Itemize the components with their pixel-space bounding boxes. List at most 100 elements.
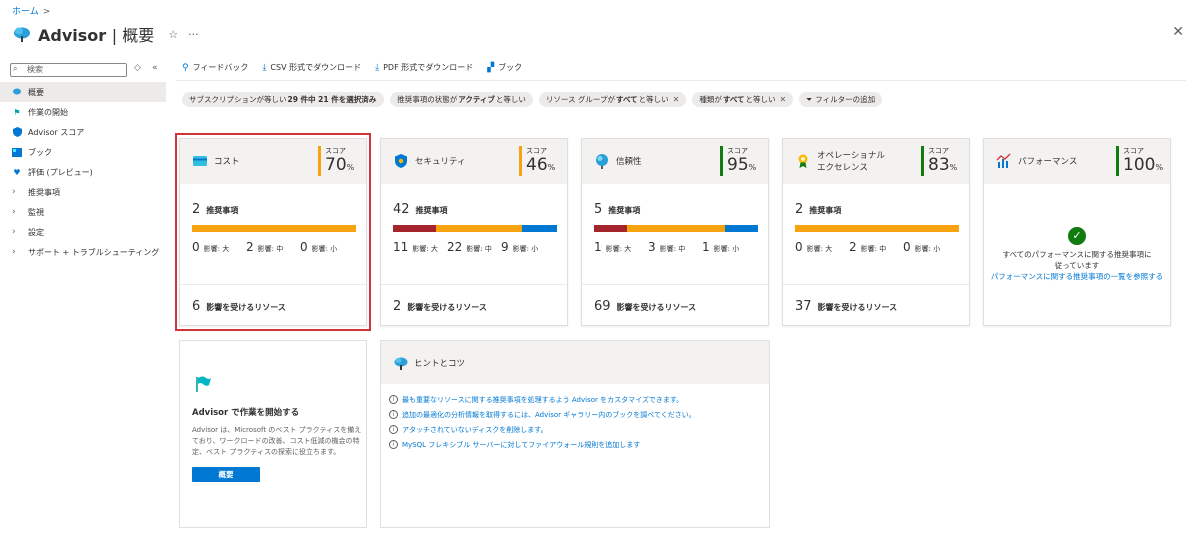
category-card-performance[interactable]: パフォーマンス スコア 100% ✓ すべてのパフォーマンスに関する推奨事項に従っ… [983,138,1171,326]
sidebar-item-label: 設定 [28,227,44,237]
impact-bar-medium [626,225,726,232]
score-badge: スコア 100% [1116,146,1163,176]
pin-icon[interactable]: ☆ [168,28,178,41]
download-csv-button[interactable]: ⤓ CSV 形式でダウンロード [262,62,361,73]
search-icon: ⌕ [13,64,18,73]
recommendation-count[interactable]: 42 推奨事項 [393,202,448,217]
shield-icon [395,154,407,168]
impact-low[interactable]: 0 影響: 小 [903,240,957,254]
flag-icon: ⚑ [13,107,21,117]
sidebar-item-advisor-score[interactable]: Advisor スコア [0,122,166,142]
tip-link[interactable]: 最も重要なリソースに関する推奨事項を処理するよう Advisor をカスタマイズ… [402,395,683,405]
page-header: Advisor | 概要 ☆ ··· [12,22,199,46]
sidebar-item-settings[interactable]: › 設定 [0,222,166,242]
impact-high[interactable]: 11 影響: 大 [393,240,447,254]
affected-resources[interactable]: 37 影響を受けるリソース [795,299,897,314]
download-icon: ⤓ [262,62,267,73]
impact-medium[interactable]: 2 影響: 中 [849,240,903,254]
checkmark-icon: ✓ [1068,227,1086,245]
recommendation-count[interactable]: 2 推奨事項 [795,202,841,217]
tip-item[interactable]: i MySQL フレキシブル サーバーに対してファイアウォール規則を追加します [389,437,696,452]
download-pdf-label: PDF 形式でダウンロード [383,63,474,72]
flag-icon [196,376,211,392]
score-badge: スコア 46% [519,146,555,176]
sidebar-item-get-started[interactable]: ⚑ 作業の開始 [0,102,166,122]
impact-high[interactable]: 1 影響: 大 [594,240,648,254]
affected-resources[interactable]: 69 影響を受けるリソース [594,299,696,314]
tip-item[interactable]: i 追加の最適化の分析情報を取得するには、Advisor ギャラリー内のブックを調… [389,407,696,422]
affected-resources[interactable]: 2 影響を受けるリソース [393,299,487,314]
sidebar-item-workbooks[interactable]: ブック [0,142,166,162]
remove-filter-icon[interactable]: ✕ [673,95,680,104]
impact-medium[interactable]: 3 影響: 中 [648,240,702,254]
chevron-right-icon: › [12,187,16,197]
impact-bar-high [594,225,627,232]
tips-list: i 最も重要なリソースに関する推奨事項を処理するよう Advisor をカスタマイ… [389,392,696,452]
add-filter-button[interactable]: ⏷ フィルターの追加 [799,92,883,107]
impact-high[interactable]: 0 影響: 大 [795,240,849,254]
collapse-sidebar-icon[interactable]: « [152,63,158,73]
filter-pill-resource-group[interactable]: リソース グループが すべて と等しい ✕ [538,92,687,107]
download-csv-label: CSV 形式でダウンロード [270,63,362,72]
filter-pill-subscription[interactable]: サブスクリプションが等しい 29 件中 21 件を選択済み [182,92,385,107]
tip-link[interactable]: 追加の最適化の分析情報を取得するには、Advisor ギャラリー内のブックを調べ… [402,410,696,420]
impact-bar-low [521,225,557,232]
performance-recommendations-link[interactable]: パフォーマンスに関する推奨事項の一覧を参照する [984,271,1170,282]
score-value: 46% [526,155,556,175]
feedback-button[interactable]: ⚲ フィードバック [182,62,248,73]
advisor-icon [12,87,22,97]
card-header: オペレーショナル エクセレンス スコア 83% [783,139,969,184]
workbook-label: ブック [498,63,523,72]
score-value: 95% [727,155,757,175]
card-title: オペレーショナル エクセレンス [817,151,885,173]
download-pdf-button[interactable]: ⤓ PDF 形式でダウンロード [375,62,473,73]
chevron-right-icon: › [12,247,16,257]
close-icon[interactable]: ✕ [1172,24,1184,40]
category-card-security[interactable]: セキュリティ スコア 46% 42 推奨事項 11 影響: 大 22 影響: 中 9 影響: 小… [380,138,568,326]
tip-link[interactable]: MySQL フレキシブル サーバーに対してファイアウォール規則を追加します [402,440,640,450]
workbook-button[interactable]: ▞ ブック [487,62,522,73]
tip-item[interactable]: i アタッチされていないディスクを削除します。 [389,422,696,437]
more-options-icon[interactable]: ··· [188,28,199,41]
chevron-right-icon: › [12,207,16,217]
score-value: 83% [928,155,958,175]
category-card-operational-excellence[interactable]: オペレーショナル エクセレンス スコア 83% 2 推奨事項 0 影響: 大 2 影響: 中… [782,138,970,326]
sidebar-item-recommendations[interactable]: › 推奨事項 [0,182,166,202]
card-title: パフォーマンス [1018,157,1078,167]
card-divider [582,284,768,285]
sidebar-item-assessments[interactable]: ♥ 評価 (プレビュー) [0,162,166,182]
sidebar-sort-icon[interactable]: ◇ [134,63,141,73]
toolbar-divider [176,80,1186,81]
card-header: 信頼性 スコア 95% [582,139,768,184]
card-title: セキュリティ [415,157,466,167]
filter-pill-status[interactable]: 推奨事項の状態が アクティブ と等しい [390,92,533,107]
filter-bar: サブスクリプションが等しい 29 件中 21 件を選択済み 推奨事項の状態が ア… [182,92,883,107]
impact-bar [393,225,557,232]
funnel-icon: ⏷ [806,94,813,104]
impact-medium[interactable]: 22 影響: 中 [447,240,501,254]
sidebar-search-input[interactable]: 検索 [10,63,127,77]
overview-button[interactable]: 概要 [192,467,260,482]
feedback-label: フィードバック [192,63,249,72]
tips-title: ヒントとコツ [414,359,466,369]
sidebar-item-monitoring[interactable]: › 監視 [0,202,166,222]
info-icon: i [389,395,398,404]
sidebar-nav: 概要 ⚑ 作業の開始 Advisor スコア ブック ♥ 評価 (プレビュー) … [0,82,166,262]
tip-link[interactable]: アタッチされていないディスクを削除します。 [402,425,548,435]
impact-low[interactable]: 9 影響: 小 [501,240,555,254]
command-bar: ⚲ フィードバック ⤓ CSV 形式でダウンロード ⤓ PDF 形式でダウンロード ▞… [182,62,522,73]
globe-icon [596,154,608,169]
tip-item[interactable]: i 最も重要なリソースに関する推奨事項を処理するよう Advisor をカスタマイ… [389,392,696,407]
sidebar-item-overview[interactable]: 概要 [0,82,166,102]
feedback-icon: ⚲ [182,62,189,73]
info-icon: i [389,425,398,434]
filter-pill-type[interactable]: 種類が すべて と等しい ✕ [692,92,794,107]
sidebar-item-label: 作業の開始 [28,107,68,117]
remove-filter-icon[interactable]: ✕ [780,95,787,104]
sidebar-item-label: ブック [28,147,52,157]
impact-low[interactable]: 1 影響: 小 [702,240,756,254]
sidebar-item-support[interactable]: › サポート + トラブルシューティング [0,242,166,262]
category-card-reliability[interactable]: 信頼性 スコア 95% 5 推奨事項 1 影響: 大 3 影響: 中 1 影響: 小 69 影響を受… [581,138,769,326]
breadcrumb-home-link[interactable]: ホーム [12,7,39,17]
recommendation-count[interactable]: 5 推奨事項 [594,202,640,217]
